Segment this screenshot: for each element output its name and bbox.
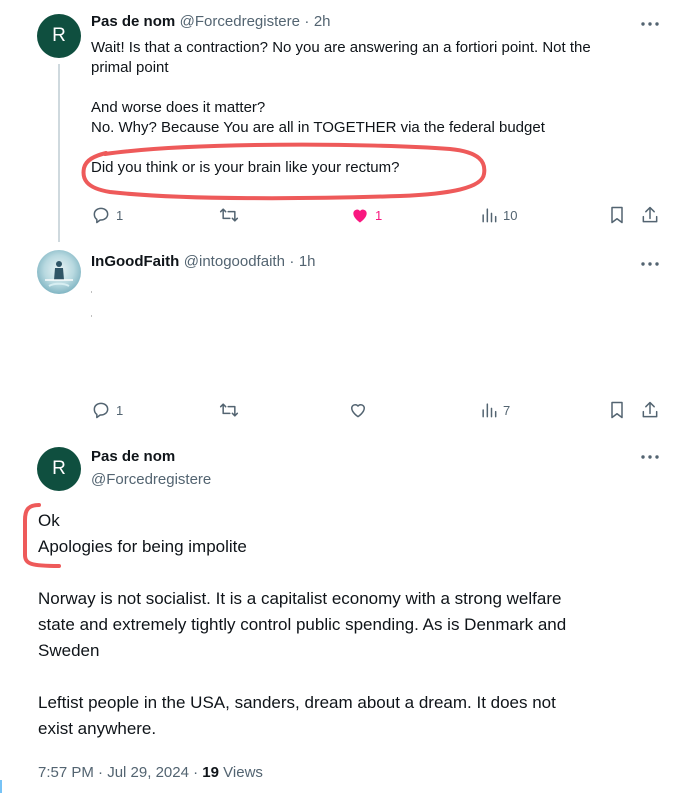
- text-line: No. Why? Because You are all in TOGETHER…: [91, 119, 545, 136]
- retweet-button[interactable]: [219, 400, 239, 420]
- views-button[interactable]: 10: [479, 205, 517, 225]
- views-icon: [482, 403, 497, 418]
- more-icon[interactable]: [640, 254, 660, 274]
- tweet-time[interactable]: 7:57 PM: [38, 764, 94, 781]
- thread-connector: [58, 64, 60, 242]
- views-total: 19: [202, 764, 219, 781]
- bookmark-button[interactable]: [607, 400, 627, 420]
- views-count: 7: [503, 402, 511, 418]
- separator: ·: [193, 764, 199, 781]
- separator: ·: [289, 253, 295, 270]
- avatar-figure: [45, 261, 73, 287]
- reply-button[interactable]: 1: [91, 400, 123, 420]
- text-line: Sweden: [38, 641, 100, 660]
- text-line: And worse does it matter?: [91, 99, 266, 116]
- user-handle[interactable]: @Forcedregistere: [180, 13, 300, 30]
- text-line: Norway is not socialist. It is a capital…: [38, 589, 562, 608]
- separator: ·: [98, 764, 104, 781]
- avatar-letter: R: [52, 25, 66, 46]
- scroll-edge: [0, 780, 2, 793]
- retweet-button[interactable]: [219, 205, 239, 225]
- reply-count: 1: [116, 402, 124, 418]
- avatar[interactable]: R: [37, 447, 81, 491]
- more-icon[interactable]: [640, 447, 660, 467]
- like-icon: [351, 404, 365, 418]
- user-handle[interactable]: @intogoodfaith: [184, 253, 285, 270]
- empty-tweet-body: [91, 288, 93, 318]
- tweet-meta: 7:57 PM · Jul 29, 2024 · 19 Views: [38, 764, 263, 781]
- text-line: state and extremely tightly control publ…: [38, 615, 567, 634]
- timestamp[interactable]: 1h: [299, 253, 316, 270]
- reply-icon: [93, 402, 109, 419]
- views-icon: [482, 208, 497, 223]
- like-button[interactable]: [348, 400, 368, 420]
- user-handle[interactable]: @Forcedregistere: [91, 471, 211, 488]
- text-line: Ok: [38, 511, 60, 530]
- reply-count: 1: [116, 207, 124, 223]
- display-name[interactable]: Pas de nom: [91, 13, 175, 30]
- display-name[interactable]: InGoodFaith: [91, 253, 179, 270]
- annotation-circle: [81, 142, 487, 201]
- bookmark-icon: [611, 401, 623, 419]
- tweet-header: Pas de nom @Forcedregistere · 2h: [91, 13, 331, 31]
- bookmark-button[interactable]: [607, 205, 627, 225]
- avatar-letter: R: [52, 458, 66, 479]
- like-button[interactable]: 1: [350, 205, 382, 225]
- views-button[interactable]: 7: [479, 400, 510, 420]
- share-icon: [642, 206, 658, 223]
- like-icon: [353, 209, 367, 223]
- timestamp[interactable]: 2h: [314, 13, 331, 30]
- tweet-text: Ok Apologies for being impolite Norway i…: [38, 508, 668, 742]
- share-button[interactable]: [640, 205, 660, 225]
- text-line: primal point: [91, 59, 169, 76]
- retweet-icon: [219, 403, 239, 417]
- text-line: Wait! Is that a contraction? No you are …: [91, 39, 591, 56]
- display-name[interactable]: Pas de nom: [91, 448, 175, 465]
- bookmark-icon: [611, 206, 623, 224]
- text-line: Leftist people in the USA, sanders, drea…: [38, 693, 556, 712]
- avatar[interactable]: R: [37, 14, 81, 58]
- views-label: Views: [223, 764, 263, 781]
- reply-icon: [93, 207, 109, 224]
- views-count: 10: [503, 207, 518, 223]
- reply-button[interactable]: 1: [91, 205, 123, 225]
- like-count: 1: [375, 207, 383, 223]
- text-line: Apologies for being impolite: [38, 537, 247, 556]
- more-icon[interactable]: [640, 14, 660, 34]
- share-icon: [642, 401, 658, 418]
- tweet-header: InGoodFaith @intogoodfaith · 1h: [91, 253, 316, 271]
- separator: ·: [304, 13, 310, 30]
- retweet-icon: [219, 208, 239, 222]
- share-button[interactable]: [640, 400, 660, 420]
- avatar[interactable]: [37, 250, 81, 294]
- text-line: exist anywhere.: [38, 719, 157, 738]
- tweet-date[interactable]: Jul 29, 2024: [107, 764, 189, 781]
